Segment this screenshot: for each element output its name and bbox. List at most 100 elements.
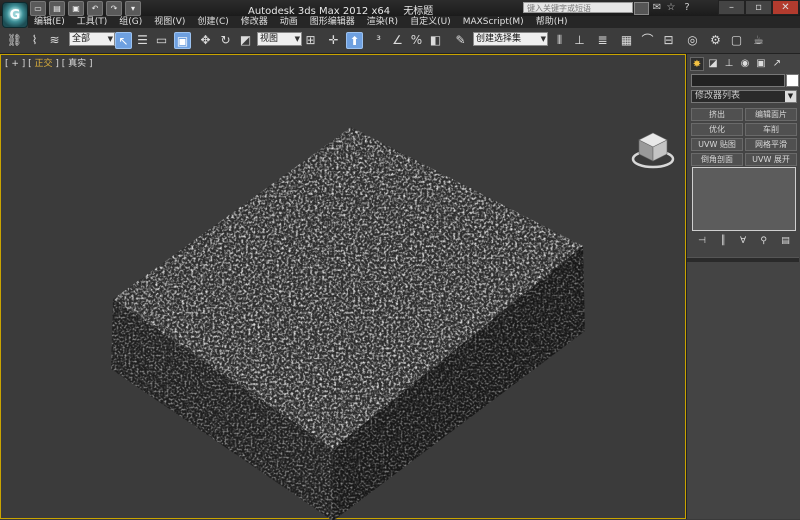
maximize-button[interactable]: ▫ (745, 0, 772, 15)
rectangular-selection-icon[interactable]: ▭ (153, 32, 170, 49)
object-color-swatch[interactable] (786, 74, 799, 87)
edit-patch-button[interactable]: 编辑面片 (745, 108, 797, 121)
render-production-icon[interactable]: ☕ (750, 32, 767, 49)
menu-graph-editors[interactable]: 图形编辑器 (304, 16, 361, 28)
scene-canvas (111, 127, 585, 520)
unwrap-uvw-button[interactable]: UVW 展开 (745, 153, 797, 166)
remove-modifier-icon[interactable]: ⚲ (760, 235, 767, 247)
percent-snap-icon[interactable]: % (408, 32, 425, 49)
title-bar: ▭ ▤ ▣ ↶ ↷ ▾ Autodesk 3ds Max 2012 x64 无标… (0, 0, 800, 17)
minimize-button[interactable]: – (718, 0, 745, 15)
chevron-down-icon: ▼ (294, 35, 300, 43)
chevron-down-icon: ▼ (107, 35, 113, 43)
schematic-view-icon[interactable]: ⊟ (660, 32, 677, 49)
select-by-name-icon[interactable]: ☰ (134, 32, 151, 49)
menu-group[interactable]: 组(G) (113, 16, 148, 28)
select-and-move-icon[interactable]: ✥ (197, 32, 214, 49)
rollout-divider (687, 257, 799, 262)
select-and-scale-icon[interactable]: ◩ (237, 32, 254, 49)
pin-stack-icon[interactable]: ⊣ (698, 235, 706, 247)
mirror-icon[interactable]: ⫴ (551, 32, 568, 49)
optimize-button[interactable]: 优化 (691, 123, 743, 136)
search-input[interactable]: 键入关键字或短语 (523, 2, 633, 13)
display-tab-icon[interactable]: ▣ (754, 57, 768, 71)
menu-help[interactable]: 帮助(H) (530, 16, 574, 28)
meshsmooth-button[interactable]: 网格平滑 (745, 138, 797, 151)
object-name-field[interactable] (691, 74, 785, 87)
menu-maxscript[interactable]: MAXScript(M) (457, 16, 530, 28)
new-icon[interactable]: ▭ (30, 1, 46, 16)
search-icon[interactable] (634, 2, 649, 15)
hierarchy-tab-icon[interactable]: ⊥ (722, 57, 736, 71)
quick-access-toolbar: ▭ ▤ ▣ ↶ ↷ ▾ (30, 1, 141, 16)
render-setup-icon[interactable]: ⚙ (707, 32, 724, 49)
angle-snap-icon[interactable]: ∠ (389, 32, 406, 49)
window-crossing-icon[interactable]: ▣ (174, 32, 191, 49)
selection-filter-dropdown[interactable]: 全部 ▼ (69, 32, 115, 46)
named-selection-dropdown[interactable]: 创建选择集 ▼ (473, 32, 548, 46)
window-title: Autodesk 3ds Max 2012 x64 无标题 (248, 2, 443, 17)
show-end-result-icon[interactable]: ║ (720, 235, 725, 247)
edit-named-selection-icon[interactable]: ✎ (452, 32, 469, 49)
star-icon[interactable]: ☆ (665, 2, 677, 14)
close-button[interactable]: ✕ (772, 0, 799, 15)
menu-views[interactable]: 视图(V) (148, 16, 191, 28)
reference-coordinate-value: 视图 (260, 34, 279, 44)
modifier-list-dropdown[interactable]: 修改器列表 ▼ (691, 90, 797, 103)
communication-icon[interactable]: ✉ (651, 2, 663, 14)
command-panel-tabs: ✸ ◪ ⊥ ◉ ▣ ↗ (690, 57, 798, 73)
modify-tab-icon[interactable]: ◪ (706, 57, 720, 71)
utilities-tab-icon[interactable]: ↗ (770, 57, 784, 71)
lathe-button[interactable]: 车削 (745, 123, 797, 136)
menu-animation[interactable]: 动画 (274, 16, 304, 28)
layer-manager-icon[interactable]: ≣ (594, 32, 611, 49)
command-panel: ✸ ◪ ⊥ ◉ ▣ ↗ 修改器列表 ▼ 挤出 编辑面片 优化 车削 UVW 贴图… (686, 54, 800, 519)
help-icon[interactable]: ? (681, 2, 693, 14)
menu-customize[interactable]: 自定义(U) (404, 16, 457, 28)
pivot-center-icon[interactable]: ⊞ (302, 32, 319, 49)
make-unique-icon[interactable]: ∀ (740, 235, 746, 247)
app-logo-icon[interactable]: G (2, 2, 28, 28)
extrude-button[interactable]: 挤出 (691, 108, 743, 121)
select-object-icon[interactable]: ↖ (115, 32, 132, 49)
snap-toggle-icon[interactable]: ³ (370, 32, 387, 49)
menu-rendering[interactable]: 渲染(R) (361, 16, 404, 28)
unlink-icon[interactable]: ⌇ (26, 32, 43, 49)
configure-modifier-sets-icon[interactable]: ▤ (781, 235, 790, 247)
align-icon[interactable]: ⊥ (571, 32, 588, 49)
material-editor-icon[interactable]: ◎ (684, 32, 701, 49)
menu-create[interactable]: 创建(C) (191, 16, 234, 28)
select-and-manipulate-icon[interactable]: ✛ (325, 32, 342, 49)
menu-tools[interactable]: 工具(T) (71, 16, 114, 28)
curve-editor-icon[interactable]: ⌒ (639, 32, 656, 49)
create-tab-icon[interactable]: ✸ (690, 57, 704, 71)
rendered-frame-window-icon[interactable]: ▢ (728, 32, 745, 49)
bind-to-space-warp-icon[interactable]: ≋ (46, 32, 63, 49)
viewcube-icon[interactable] (631, 127, 675, 171)
menu-bar: 编辑(E) 工具(T) 组(G) 视图(V) 创建(C) 修改器 动画 图形编辑… (28, 16, 800, 28)
uvw-map-button[interactable]: UVW 贴图 (691, 138, 743, 151)
modifier-stack-tools: ⊣ ║ ∀ ⚲ ▤ (691, 235, 797, 247)
keyboard-shortcut-override-icon[interactable]: ⬆ (346, 32, 363, 49)
bevel-profile-button[interactable]: 倒角剖面 (691, 153, 743, 166)
open-icon[interactable]: ▤ (49, 1, 65, 16)
menu-edit[interactable]: 编辑(E) (28, 16, 71, 28)
selection-filter-value: 全部 (72, 34, 91, 44)
perspective-viewport[interactable]: [ + ] [ 正交 ] [ 真实 ] (0, 54, 686, 520)
spinner-snap-icon[interactable]: ◧ (427, 32, 444, 49)
main-toolbar: ⛓ ⌇ ≋ 全部 ▼ ↖ ☰ ▭ ▣ ✥ ↻ ◩ 视图 ▼ ⊞ ✛ ⬆ ³ ∠ … (0, 28, 800, 54)
modifier-stack-list[interactable] (692, 167, 796, 231)
chevron-down-icon: ▼ (785, 91, 796, 102)
undo-icon[interactable]: ↶ (87, 1, 103, 16)
select-and-link-icon[interactable]: ⛓ (6, 32, 23, 49)
save-icon[interactable]: ▣ (68, 1, 84, 16)
motion-tab-icon[interactable]: ◉ (738, 57, 752, 71)
redo-icon[interactable]: ↷ (106, 1, 122, 16)
select-and-rotate-icon[interactable]: ↻ (217, 32, 234, 49)
modifier-button-grid: 挤出 编辑面片 优化 车削 UVW 贴图 网格平滑 倒角剖面 UVW 展开 (691, 108, 797, 166)
dropdown-icon[interactable]: ▾ (125, 1, 141, 16)
menu-modifiers[interactable]: 修改器 (235, 16, 274, 28)
reference-coordinate-dropdown[interactable]: 视图 ▼ (257, 32, 302, 46)
graphite-tools-icon[interactable]: ▦ (618, 32, 635, 49)
named-selection-value: 创建选择集 (476, 34, 522, 44)
